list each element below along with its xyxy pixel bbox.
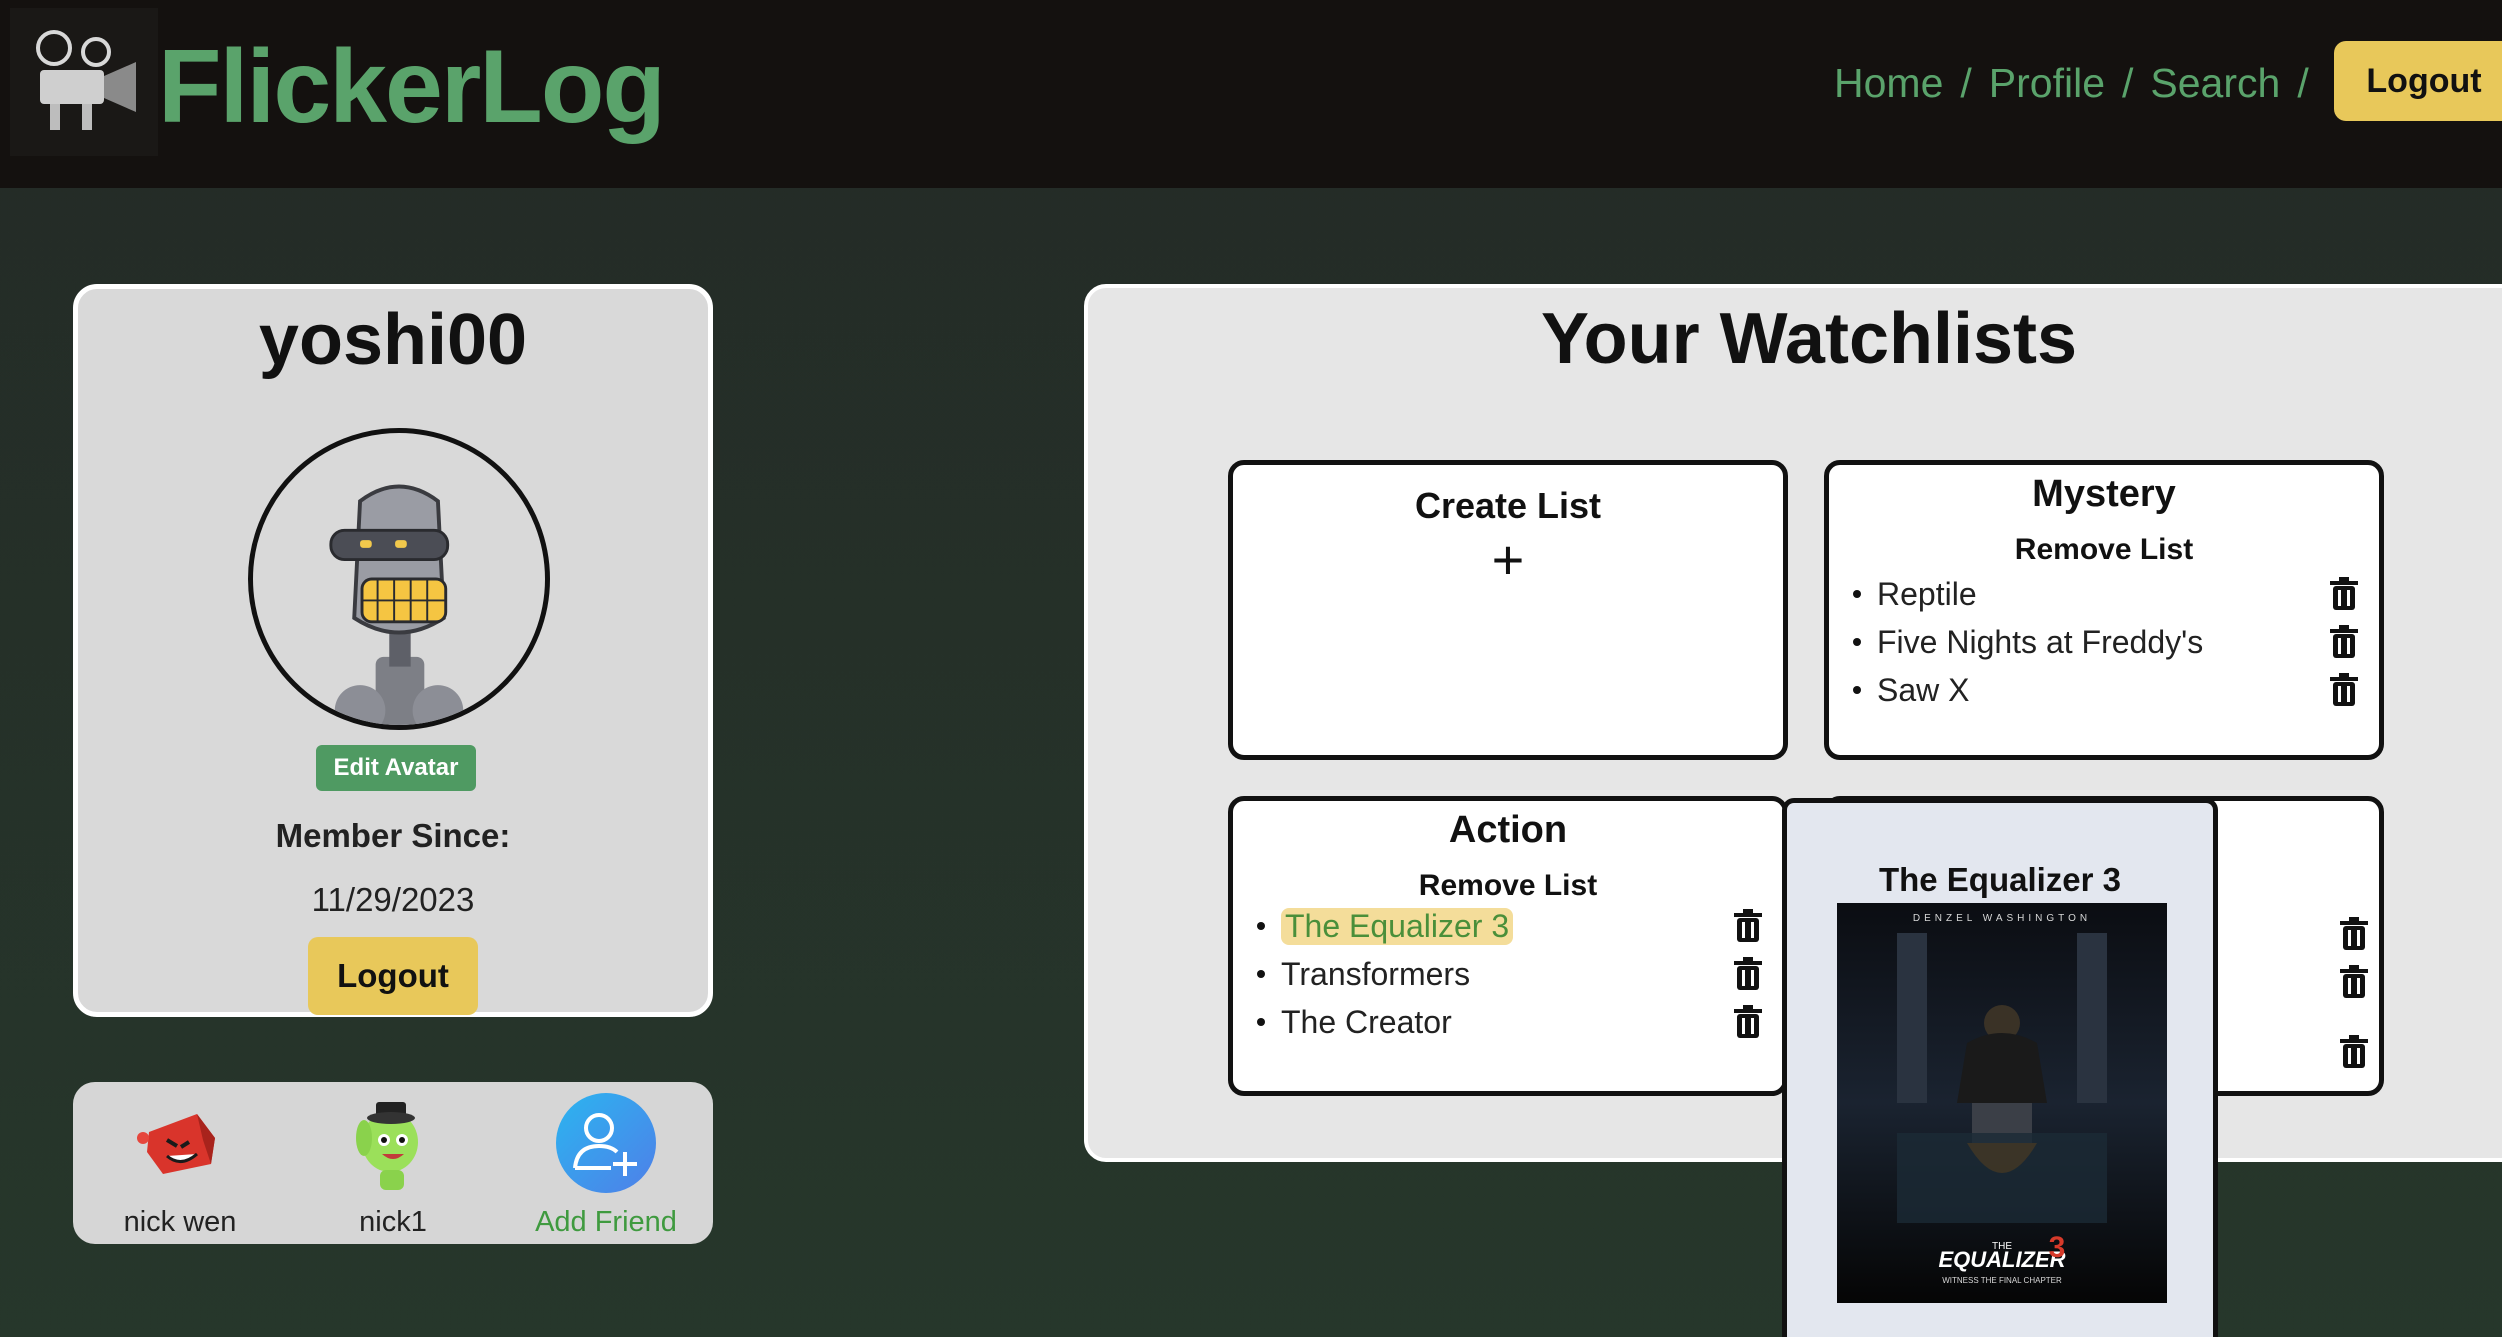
nav-link-search[interactable]: Search — [2150, 60, 2280, 107]
nav-links: Home / Profile / Search / — [1834, 58, 2326, 108]
friend-name[interactable]: nick wen — [80, 1206, 280, 1239]
trash-icon[interactable] — [1733, 957, 1763, 991]
trash-icon[interactable] — [2339, 965, 2369, 999]
watchlist-movie[interactable]: Five Nights at Freddy's — [1839, 619, 2369, 665]
remove-list-button[interactable]: Remove List — [1233, 869, 1783, 903]
watchlist-movie[interactable]: Transformers — [1243, 951, 1773, 997]
navbar-logout-button[interactable]: Logout — [2334, 41, 2502, 121]
bullet-icon — [1257, 1018, 1265, 1026]
remove-list-button[interactable]: Remove List — [1829, 533, 2379, 567]
watchlist-card: Action Remove List The Equalizer 3 Trans… — [1228, 796, 1788, 1096]
create-list-card[interactable]: Create List + — [1228, 460, 1788, 760]
movie-preview-popup: The Equalizer 3 DENZEL WASHINGTON THE EQ… — [1782, 798, 2218, 1337]
add-friend-icon[interactable] — [553, 1090, 659, 1196]
poster-top-text: DENZEL WASHINGTON — [1913, 913, 2091, 924]
friend-item[interactable]: nick1 — [293, 1090, 493, 1240]
navbar: FlickerLog Home / Profile / Search / Log… — [0, 0, 2502, 188]
trash-icon[interactable] — [1733, 909, 1763, 943]
nav-link-profile[interactable]: Profile — [1989, 60, 2105, 107]
member-since-date: 11/29/2023 — [311, 881, 475, 918]
movie-title[interactable]: Transformers — [1281, 956, 1733, 993]
trash-icon[interactable] — [2329, 625, 2359, 659]
watchlist-movie[interactable]: The Creator — [1243, 999, 1773, 1045]
watchlist-name: Action — [1448, 809, 1568, 851]
movie-title[interactable]: The Equalizer 3 — [1281, 907, 1514, 945]
nav-separator: / — [2122, 59, 2134, 106]
brand-title[interactable]: FlickerLog — [158, 28, 666, 147]
friend-avatar-icon — [356, 1102, 418, 1190]
bullet-icon — [1257, 970, 1265, 978]
watchlist-movie-hovered[interactable]: The Equalizer 3 — [1243, 903, 1773, 949]
watchlist-card: Mystery Remove List Reptile Five Nights … — [1824, 460, 2384, 760]
movie-title[interactable]: Five Nights at Freddy's — [1877, 624, 2329, 661]
create-list-title[interactable]: Create List — [1233, 485, 1783, 527]
friend-item[interactable]: nick wen — [80, 1090, 280, 1240]
friends-bar: nick wen nick1 Add Friend — [73, 1082, 713, 1244]
member-since-label: Member Since: — [275, 817, 511, 854]
profile-username: yoshi00 — [258, 300, 528, 380]
friend-name[interactable]: nick1 — [293, 1206, 493, 1239]
trash-icon[interactable] — [2339, 917, 2369, 951]
edit-avatar-button[interactable]: Edit Avatar — [316, 745, 476, 791]
friend-avatar-icon — [137, 1114, 215, 1174]
movie-poster: DENZEL WASHINGTON THE EQUALIZER 3 WITNES… — [1837, 903, 2167, 1303]
popup-movie-title: The Equalizer 3 — [1878, 861, 2122, 898]
poster-title: EQUALIZER — [1938, 1247, 2065, 1272]
trash-icon[interactable] — [2329, 673, 2359, 707]
poster-tagline: WITNESS THE FINAL CHAPTER — [1942, 1276, 2062, 1285]
poster-number: 3 — [2049, 1231, 2066, 1264]
watchlist-name: Mystery — [2032, 473, 2176, 515]
projector-logo-icon[interactable] — [10, 8, 158, 156]
nav-separator: / — [2297, 59, 2309, 106]
bullet-icon — [1853, 590, 1861, 598]
avatar — [248, 428, 550, 730]
profile-card: yoshi00 Edit Avatar Member Since: 11/29/… — [73, 284, 713, 1017]
add-friend-label[interactable]: Add Friend — [506, 1206, 706, 1239]
robot-avatar-icon — [329, 484, 464, 725]
bullet-icon — [1257, 922, 1265, 930]
movie-title[interactable]: The Creator — [1281, 1004, 1733, 1041]
trash-icon[interactable] — [2329, 577, 2359, 611]
bullet-icon — [1853, 638, 1861, 646]
trash-icon[interactable] — [1733, 1005, 1763, 1039]
profile-logout-button[interactable]: Logout — [308, 937, 478, 1015]
watchlists-title: Your Watchlists — [1540, 299, 2078, 379]
bullet-icon — [1853, 686, 1861, 694]
watchlist-movie[interactable]: Reptile — [1839, 571, 2369, 617]
nav-link-home[interactable]: Home — [1834, 60, 1943, 107]
trash-icon[interactable] — [2339, 1035, 2369, 1069]
movie-title[interactable]: Reptile — [1877, 576, 2329, 613]
add-friend-item[interactable]: Add Friend — [506, 1090, 706, 1240]
plus-icon[interactable]: + — [1233, 527, 1783, 592]
nav-separator: / — [1960, 59, 1972, 106]
watchlist-movie[interactable]: Saw X — [1839, 667, 2369, 713]
movie-title[interactable]: Saw X — [1877, 672, 2329, 709]
